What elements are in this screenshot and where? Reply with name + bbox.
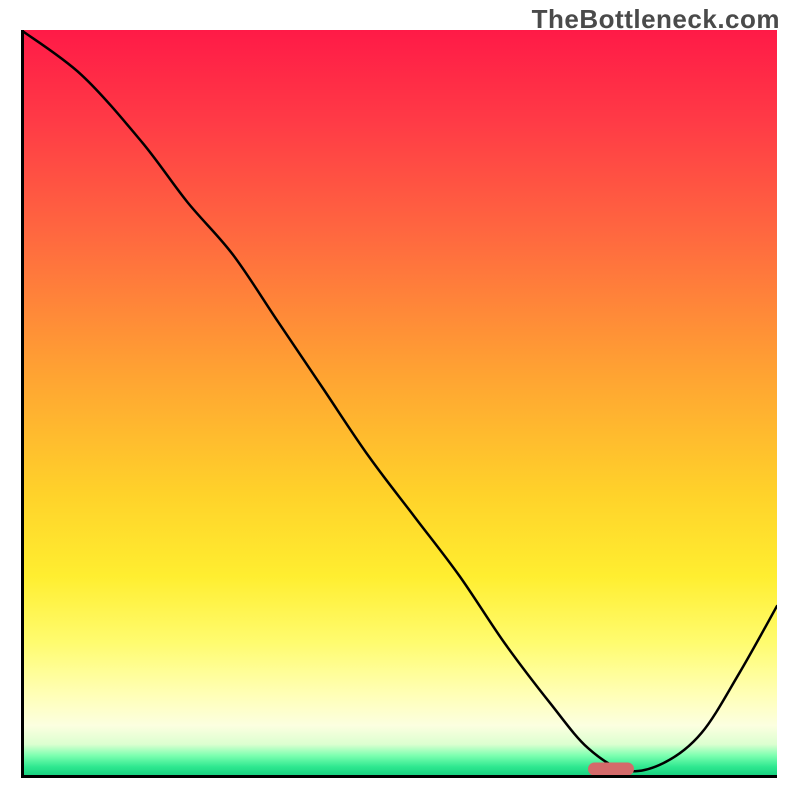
- heat-gradient-background: [21, 30, 777, 778]
- chart-container: TheBottleneck.com: [0, 0, 800, 800]
- optimal-point-marker: [588, 763, 634, 776]
- watermark-text: TheBottleneck.com: [532, 4, 780, 35]
- plot-area: [21, 30, 777, 778]
